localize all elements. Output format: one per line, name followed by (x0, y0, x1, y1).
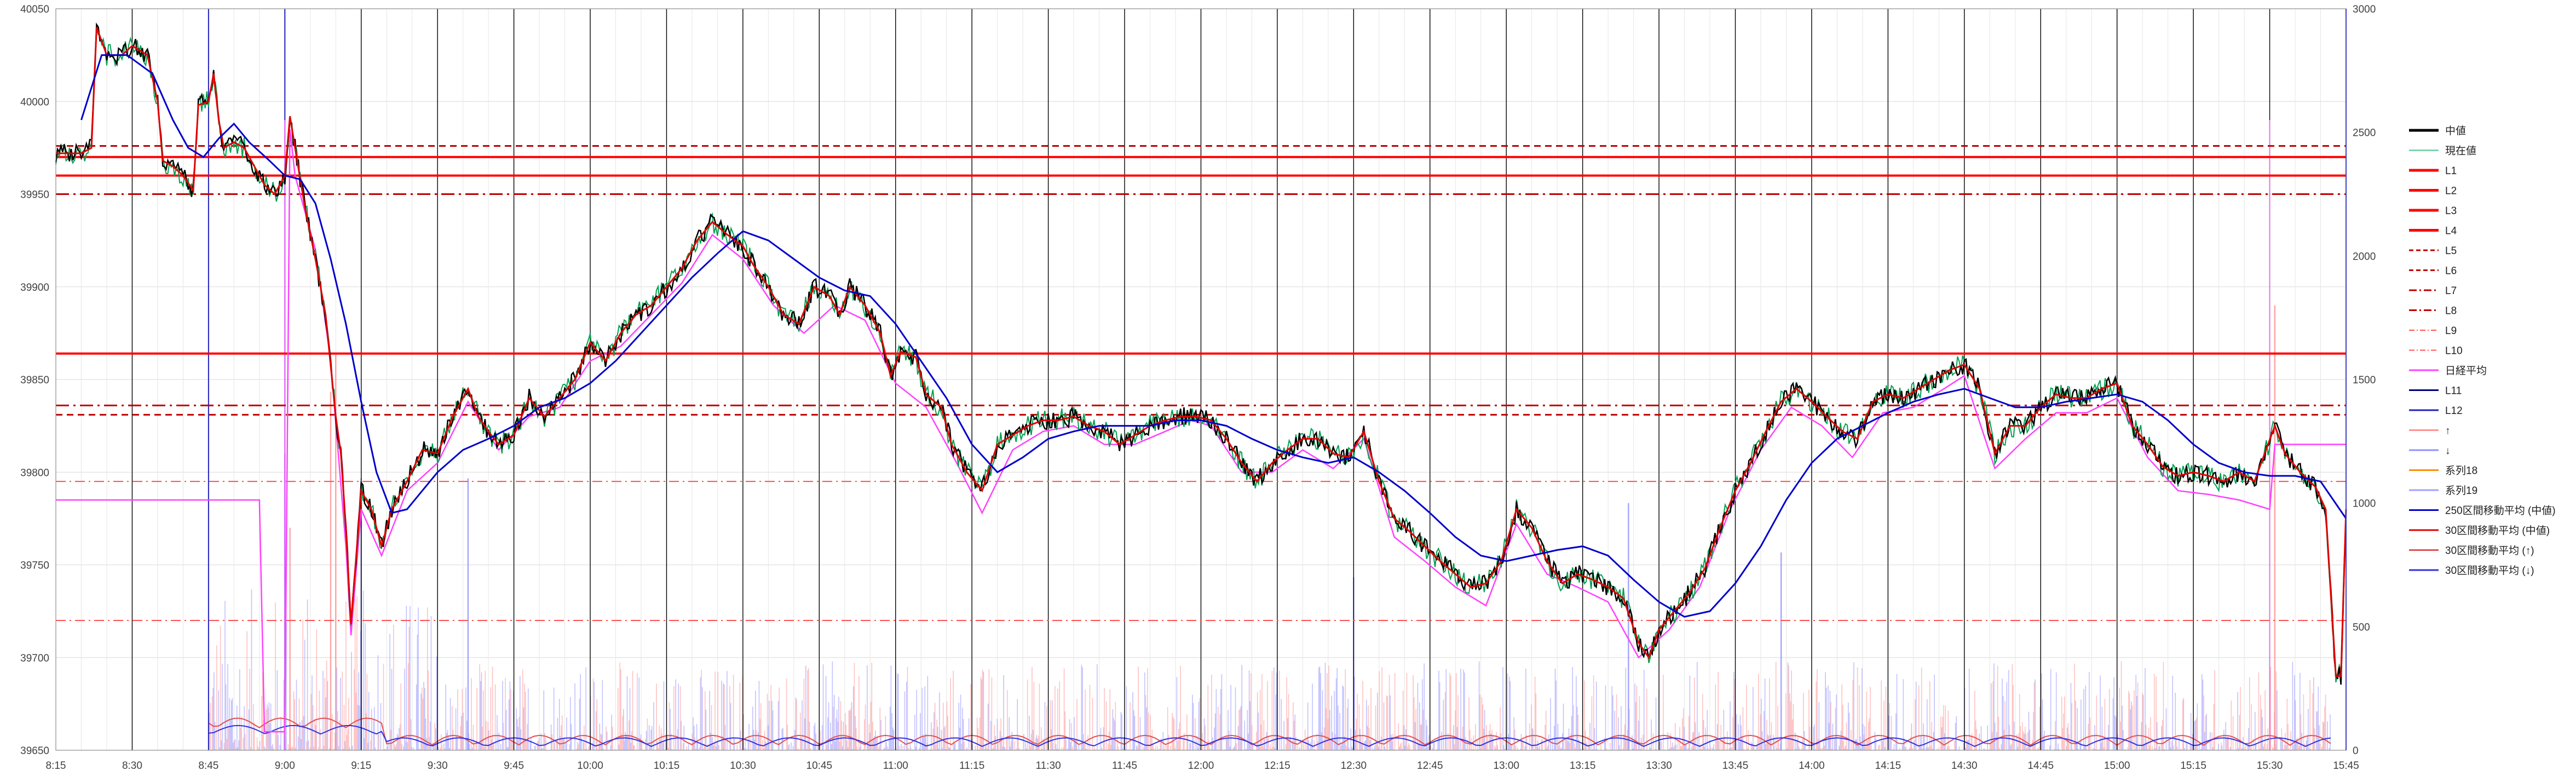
y2-tick-label: 3000 (2353, 4, 2376, 15)
legend-label: L4 (2445, 226, 2457, 237)
legend-label: L6 (2445, 266, 2457, 277)
legend-label: L7 (2445, 285, 2457, 297)
x-tick-label: 11:30 (1036, 760, 1061, 772)
y-tick-label: 39700 (20, 653, 49, 664)
y2-tick-label: 1500 (2353, 375, 2376, 386)
y-tick-label: 39900 (20, 282, 49, 294)
x-tick-label: 10:30 (730, 760, 756, 772)
x-tick-label: 9:30 (428, 760, 448, 772)
x-tick-label: 9:45 (504, 760, 524, 772)
x-tick-label: 13:15 (1570, 760, 1596, 772)
legend-label: L3 (2445, 205, 2457, 217)
x-tick-label: 14:15 (1875, 760, 1901, 772)
x-tick-label: 12:15 (1264, 760, 1290, 772)
y-tick-label: 39950 (20, 189, 49, 201)
x-tick-label: 13:30 (1646, 760, 1672, 772)
x-tick-label: 14:30 (1951, 760, 1978, 772)
legend-label: 30区間移動平均 (↑) (2445, 545, 2534, 557)
legend-label: 系列19 (2445, 485, 2477, 497)
x-tick-label: 8:30 (122, 760, 142, 772)
x-tick-label: 10:45 (806, 760, 833, 772)
x-tick-label: 11:15 (959, 760, 984, 772)
x-tick-label: 15:30 (2257, 760, 2283, 772)
y-tick-label: 39800 (20, 467, 49, 479)
x-tick-label: 14:45 (2027, 760, 2054, 772)
x-tick-label: 10:00 (577, 760, 603, 772)
price-chart: 39650 39700 39750 39800 39850 39900 39950 40000… (0, 0, 2576, 782)
legend-label: 現在値 (2445, 145, 2476, 157)
x-tick-label: 8:45 (198, 760, 218, 772)
legend-label: L1 (2445, 165, 2457, 177)
x-tick-label: 13:00 (1493, 760, 1519, 772)
x-tick-label: 9:00 (275, 760, 295, 772)
y2-tick-label: 500 (2353, 622, 2370, 633)
legend-label: L9 (2445, 325, 2457, 337)
x-tick-label: 14:00 (1799, 760, 1825, 772)
y-tick-label: 39650 (20, 745, 49, 757)
y-tick-label: 39750 (20, 560, 49, 572)
legend-label: L8 (2445, 306, 2457, 317)
x-tick-label: 9:15 (351, 760, 371, 772)
x-tick-label: 11:00 (883, 760, 908, 772)
legend-label: ↓ (2445, 445, 2451, 457)
x-tick-label: 12:30 (1341, 760, 1367, 772)
legend-label: L5 (2445, 245, 2457, 257)
legend-label: L2 (2445, 186, 2457, 197)
x-tick-label: 11:45 (1112, 760, 1137, 772)
x-tick-label: 12:45 (1417, 760, 1443, 772)
y2-tick-label: 1000 (2353, 498, 2376, 510)
y2-tick-label: 2000 (2353, 251, 2376, 262)
legend-label: 日経平均 (2445, 365, 2487, 377)
legend-label: 30区間移動平均 (中値) (2445, 525, 2550, 537)
x-tick-label: 12:00 (1188, 760, 1214, 772)
y2-tick-label: 0 (2353, 745, 2359, 757)
legend-label: 中値 (2445, 125, 2466, 137)
y-tick-label: 39850 (20, 375, 49, 386)
legend-label: 30区間移動平均 (↓) (2445, 565, 2534, 577)
x-tick-label: 15:00 (2104, 760, 2130, 772)
x-tick-label: 15:45 (2333, 760, 2359, 772)
legend-label: 系列18 (2445, 465, 2477, 477)
x-tick-label: 8:15 (46, 760, 66, 772)
legend-label: L11 (2445, 386, 2462, 397)
y-tick-label: 40000 (20, 96, 49, 108)
x-tick-label: 13:45 (1722, 760, 1749, 772)
y2-tick-label: 2500 (2353, 128, 2376, 139)
y-tick-label: 40050 (20, 4, 49, 15)
legend-label: 250区間移動平均 (中値) (2445, 505, 2556, 517)
legend-label: ↑ (2445, 426, 2451, 437)
x-tick-label: 15:15 (2180, 760, 2206, 772)
legend-label: L10 (2445, 346, 2463, 357)
legend-label: L12 (2445, 405, 2463, 417)
x-tick-label: 10:15 (654, 760, 680, 772)
